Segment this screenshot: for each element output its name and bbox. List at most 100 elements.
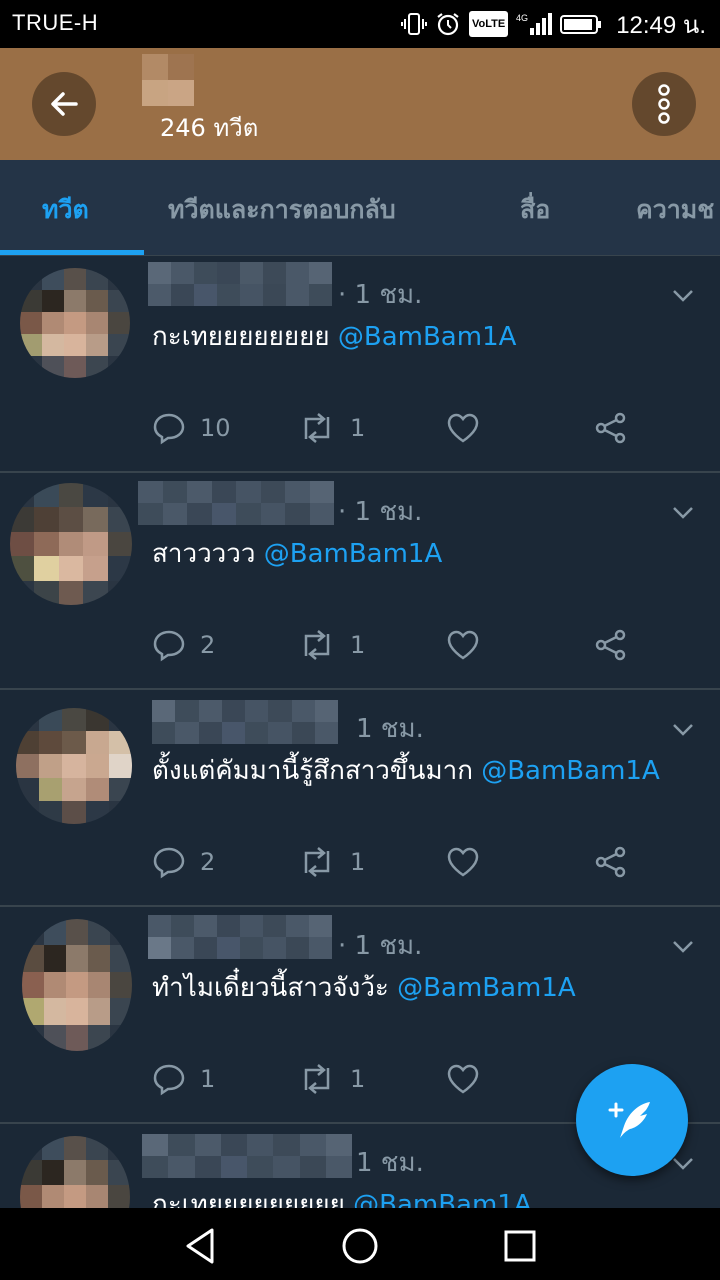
alarm-icon [435,11,461,37]
avatar[interactable] [16,708,132,824]
like-button[interactable] [446,1059,480,1099]
tweet-text: กะเทยยยยยยยยย @BamBam1A [152,1184,532,1208]
more-vertical-icon [658,84,670,124]
retweet-icon [304,1064,330,1094]
author-name-blurred[interactable] [148,915,332,959]
tweet-item[interactable]: · 1 ชม. กะเทยยยยยยยย @BamBam1A 10 1 [0,256,720,473]
avatar[interactable] [20,268,130,378]
tab-tweets-and-replies[interactable]: ทวีตและการตอบกลับ [168,190,396,230]
reply-button[interactable]: 10 [152,408,231,448]
share-button[interactable] [594,842,628,882]
tweet-actions: 10 1 [152,408,652,448]
clock: 12:49 น. [616,11,706,39]
tab-tweets[interactable]: ทวีต [42,190,89,230]
heart-icon [447,1064,479,1094]
more-options-button[interactable] [632,72,696,136]
profile-name-blurred [142,54,194,106]
author-name-blurred[interactable] [138,481,334,525]
vibrate-icon [400,11,427,37]
retweet-icon [304,847,330,877]
tweet-body: กะเทยยยยยยยย [152,322,330,352]
tab-media[interactable]: สื่อ [520,190,550,230]
author-name-blurred[interactable] [148,262,332,306]
tweet-item[interactable]: · 1 ชม. สาววววว @BamBam1A 2 1 [0,473,720,690]
tweet-time: 1 ชม. [356,1148,424,1178]
chevron-down-icon[interactable] [670,716,696,742]
mention-link[interactable]: @BamBam1A [353,1190,532,1208]
reply-count: 2 [200,631,216,659]
avatar[interactable] [20,1136,130,1208]
retweet-icon [304,413,330,443]
avatar[interactable] [22,919,132,1051]
like-button[interactable] [446,408,480,448]
tweet-actions: 1 1 [152,1059,652,1099]
retweet-button[interactable]: 1 [298,408,365,448]
mention-link[interactable]: @BamBam1A [481,756,660,786]
retweet-icon [304,630,330,660]
tweet-text: กะเทยยยยยยยย @BamBam1A [152,316,516,357]
retweet-button[interactable]: 1 [298,625,365,665]
retweet-count: 1 [350,414,366,442]
back-arrow-icon [51,92,78,116]
tweet-item[interactable]: 1 ชม. ตั้งแต่คัมมานี้รู้สึกสาวขึ้นมาก @B… [0,690,720,907]
author-name-blurred[interactable] [152,700,338,744]
avatar[interactable] [10,483,132,605]
share-icon [595,846,626,878]
nav-recents-button[interactable] [498,1224,542,1268]
battery-icon [560,11,602,37]
chevron-down-icon[interactable] [670,282,696,308]
recents-square-icon [504,1230,536,1262]
reply-count: 1 [200,1065,216,1093]
tweet-time: 1 ชม. [356,714,424,744]
tweet-timeline[interactable]: · 1 ชม. กะเทยยยยยยยย @BamBam1A 10 1 · 1 … [0,256,720,1208]
tweet-actions: 2 1 [152,625,652,665]
active-tab-indicator [0,250,144,255]
reply-icon [153,1064,185,1096]
retweet-count: 1 [350,1065,366,1093]
heart-icon [447,847,479,877]
author-name-blurred[interactable] [142,1134,352,1178]
system-nav-bar [0,1208,720,1280]
back-triangle-icon [186,1228,214,1264]
tweet-text: สาววววว @BamBam1A [152,533,442,574]
like-button[interactable] [446,842,480,882]
chevron-down-icon[interactable] [670,499,696,525]
tweet-body: ตั้งแต่คัมมานี้รู้สึกสาวขึ้นมาก [152,756,473,786]
retweet-count: 1 [350,848,366,876]
reply-count: 10 [200,414,231,442]
mention-link[interactable]: @BamBam1A [338,322,517,352]
retweet-button[interactable]: 1 [298,842,365,882]
tweet-body: ทำไมเดี๋ยวนี้สาวจังว้ะ [152,973,389,1003]
reply-icon [153,847,185,879]
share-button[interactable] [594,625,628,665]
like-button[interactable] [446,625,480,665]
network-label: 4G [516,13,528,23]
reply-icon [153,630,185,662]
tweet-body: สาววววว [152,539,256,569]
compose-tweet-button[interactable] [576,1064,688,1176]
signal-icon: 4G [516,11,553,37]
tweet-text: ทำไมเดี๋ยวนี้สาวจังว้ะ @BamBam1A [152,967,576,1008]
back-button[interactable] [32,72,96,136]
compose-tweet-icon [608,1102,650,1138]
mention-link[interactable]: @BamBam1A [397,973,576,1003]
chevron-down-icon[interactable] [670,933,696,959]
share-icon [595,629,626,661]
retweet-button[interactable]: 1 [298,1059,365,1099]
tweet-time: · 1 ชม. [338,931,423,961]
reply-button[interactable]: 1 [152,1059,215,1099]
tweet-body: กะเทยยยยยยยยย [152,1190,345,1208]
mention-link[interactable]: @BamBam1A [264,539,443,569]
nav-home-button[interactable] [338,1224,382,1268]
tweet-time: · 1 ชม. [338,280,423,310]
reply-count: 2 [200,848,216,876]
reply-button[interactable]: 2 [152,625,215,665]
tweet-actions: 2 1 [152,842,652,882]
tweet-time: · 1 ชม. [338,497,423,527]
reply-button[interactable]: 2 [152,842,215,882]
heart-icon [447,413,479,443]
nav-back-button[interactable] [178,1224,222,1268]
tab-likes[interactable]: ความช [636,190,714,230]
share-button[interactable] [594,408,628,448]
profile-header: 246 ทวีต [0,48,720,160]
